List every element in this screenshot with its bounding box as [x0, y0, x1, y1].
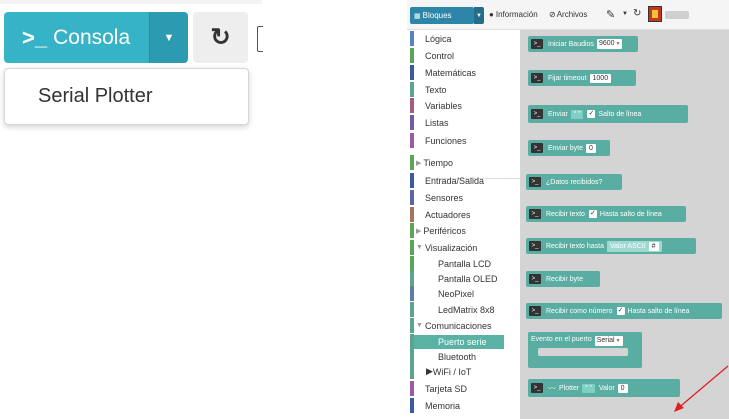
refresh-icon: ↻: [210, 24, 231, 51]
info-icon: ●: [489, 10, 494, 19]
block-plotter[interactable]: >_ 〰 Plotter “ ” Valor 0: [528, 379, 680, 397]
chart-icon: 〰: [548, 383, 556, 393]
terminal-icon: >_: [531, 109, 543, 119]
category-listas[interactable]: Listas: [410, 115, 449, 130]
expand-icon: ▶: [426, 366, 433, 376]
checkbox-hasta-salto[interactable]: ✓: [616, 307, 625, 315]
caret-down-icon: ▼: [163, 31, 175, 44]
subcategory-pantalla-oled[interactable]: Pantalla OLED: [410, 271, 498, 286]
category-actuadores[interactable]: Actuadores: [410, 207, 471, 222]
terminal-icon: >_: [531, 73, 543, 83]
checkbox-hasta-salto[interactable]: ✓: [588, 210, 597, 218]
caret-down-icon[interactable]: ▼: [622, 11, 628, 17]
tab-informacion[interactable]: ● Información: [489, 10, 538, 19]
tab-archivos[interactable]: ⊘ Archivos: [549, 10, 587, 19]
refresh-button[interactable]: ↻: [193, 12, 248, 63]
terminal-icon: >_: [529, 241, 541, 251]
subcategory-pantalla-lcd[interactable]: Pantalla LCD: [410, 256, 491, 271]
expand-icon: ▶: [416, 159, 422, 167]
checkbox-salto-linea[interactable]: ✓: [587, 110, 596, 118]
paperclip-icon: ⊘: [549, 10, 556, 19]
annotation-arrow: [674, 365, 729, 412]
block-fijar-timeout[interactable]: >_ Fijar timeout 1000: [528, 70, 636, 86]
category-control[interactable]: Control: [410, 48, 454, 63]
screenshot-root: >_ Consola ▼ ↻ Serial Plotter ▦ Bloques …: [0, 0, 729, 419]
toolbar: ▦ Bloques ▼ ● Información ⊘ Archivos ✎ ▼…: [407, 0, 729, 30]
terminal-icon: >_: [529, 274, 541, 284]
terminal-icon: >_: [531, 39, 543, 49]
block-recibir-texto[interactable]: >_ Recibir texto ✓ Hasta salto de línea: [526, 206, 686, 222]
tab-bloques-label: Bloques: [422, 11, 452, 20]
category-comunicaciones[interactable]: ▼ Comunicaciones: [410, 318, 491, 333]
category-entrada-salida[interactable]: Entrada/Salida: [410, 173, 484, 188]
board-name-redacted: [665, 11, 689, 19]
category-memoria[interactable]: Memoria: [410, 398, 460, 413]
expand-icon: ▶: [416, 227, 422, 235]
subcategory-wifi-iot[interactable]: ▶ WiFi / IoT: [410, 364, 471, 379]
blockly-app: ▦ Bloques ▼ ● Información ⊘ Archivos ✎ ▼…: [407, 0, 729, 419]
block-recibir-numero[interactable]: >_ Recibir como número ✓ Hasta salto de …: [526, 303, 722, 319]
terminal-icon: >_: [531, 383, 543, 393]
block-iniciar[interactable]: >_ Iniciar Baudios 9600▼: [528, 36, 638, 52]
statement-slot: [538, 348, 628, 356]
console-button-label: Consola: [53, 25, 131, 49]
text-slot[interactable]: “ ”: [582, 383, 595, 393]
block-enviar-byte[interactable]: >_ Enviar byte 0: [528, 140, 610, 156]
category-tiempo[interactable]: ▶ Tiempo: [410, 155, 453, 170]
next-button-edge[interactable]: [257, 26, 263, 52]
block-workspace: >_ Iniciar Baudios 9600▼ >_ Fijar timeou…: [520, 30, 729, 419]
category-funciones[interactable]: Funciones: [410, 133, 467, 148]
blocks-icon: ▦: [414, 12, 421, 20]
category-logica[interactable]: Lógica: [410, 31, 452, 46]
collapse-icon: ▼: [416, 322, 423, 329]
port-select[interactable]: Serial▼: [594, 336, 623, 346]
board-icon[interactable]: [648, 6, 662, 22]
tab-archivos-label: Archivos: [556, 10, 588, 19]
subcategory-puerto-serie[interactable]: Puerto serie: [410, 334, 487, 349]
subcategory-neopixel[interactable]: NeoPixel: [410, 286, 474, 301]
timeout-input[interactable]: 1000: [589, 73, 612, 83]
console-button[interactable]: >_ Consola: [4, 12, 149, 63]
block-datos-recibidos[interactable]: >_ ¿Datos recibidos?: [526, 174, 622, 190]
wrench-icon[interactable]: ✎: [606, 8, 615, 21]
menu-item-serial-plotter[interactable]: Serial Plotter: [38, 85, 153, 108]
terminal-icon: >_: [529, 209, 541, 219]
reload-icon[interactable]: ↻: [633, 8, 641, 19]
subcategory-bluetooth[interactable]: Bluetooth: [410, 349, 476, 364]
text-slot[interactable]: “ ”: [570, 109, 584, 119]
top-strip: [0, 0, 262, 4]
collapse-icon: ▼: [416, 244, 423, 251]
category-list: Lógica Control Matemáticas Texto Variabl…: [407, 30, 520, 419]
console-panel: >_ Consola ▼ ↻ Serial Plotter: [0, 0, 263, 135]
terminal-icon: >_: [531, 143, 543, 153]
terminal-icon: >_: [529, 306, 541, 316]
category-variables[interactable]: Variables: [410, 98, 462, 113]
console-dropdown-toggle[interactable]: ▼: [149, 12, 188, 63]
subcategory-ledmatrix[interactable]: LedMatrix 8x8: [410, 302, 495, 317]
category-sensores[interactable]: Sensores: [410, 190, 463, 205]
block-recibir-texto-hasta[interactable]: >_ Recibir texto hasta Valor ASCII #: [526, 238, 696, 254]
category-texto[interactable]: Texto: [410, 82, 447, 97]
block-enviar[interactable]: >_ Enviar “ ” ✓ Salto de línea: [528, 105, 688, 123]
value-input[interactable]: 0: [617, 383, 628, 393]
terminal-icon: >_: [22, 24, 48, 50]
category-tarjeta-sd[interactable]: Tarjeta SD: [410, 381, 467, 396]
category-visualizacion[interactable]: ▼ Visualización: [410, 240, 477, 255]
block-evento-puerto[interactable]: Evento en el puerto Serial▼: [528, 332, 642, 368]
tab-bloques[interactable]: ▦ Bloques: [410, 7, 474, 24]
byte-input[interactable]: 0: [586, 143, 596, 153]
console-dropdown-menu: Serial Plotter: [4, 68, 249, 125]
ascii-slot[interactable]: Valor ASCII #: [606, 240, 662, 252]
category-matematicas[interactable]: Matemáticas: [410, 65, 476, 80]
category-perifericos[interactable]: ▶ Periféricos: [410, 223, 466, 238]
terminal-icon: >_: [529, 177, 541, 187]
baud-select[interactable]: 9600▼: [596, 39, 623, 49]
tab-informacion-label: Información: [495, 10, 538, 19]
tab-bloques-dropdown[interactable]: ▼: [474, 7, 484, 24]
block-recibir-byte[interactable]: >_ Recibir byte: [526, 271, 600, 287]
